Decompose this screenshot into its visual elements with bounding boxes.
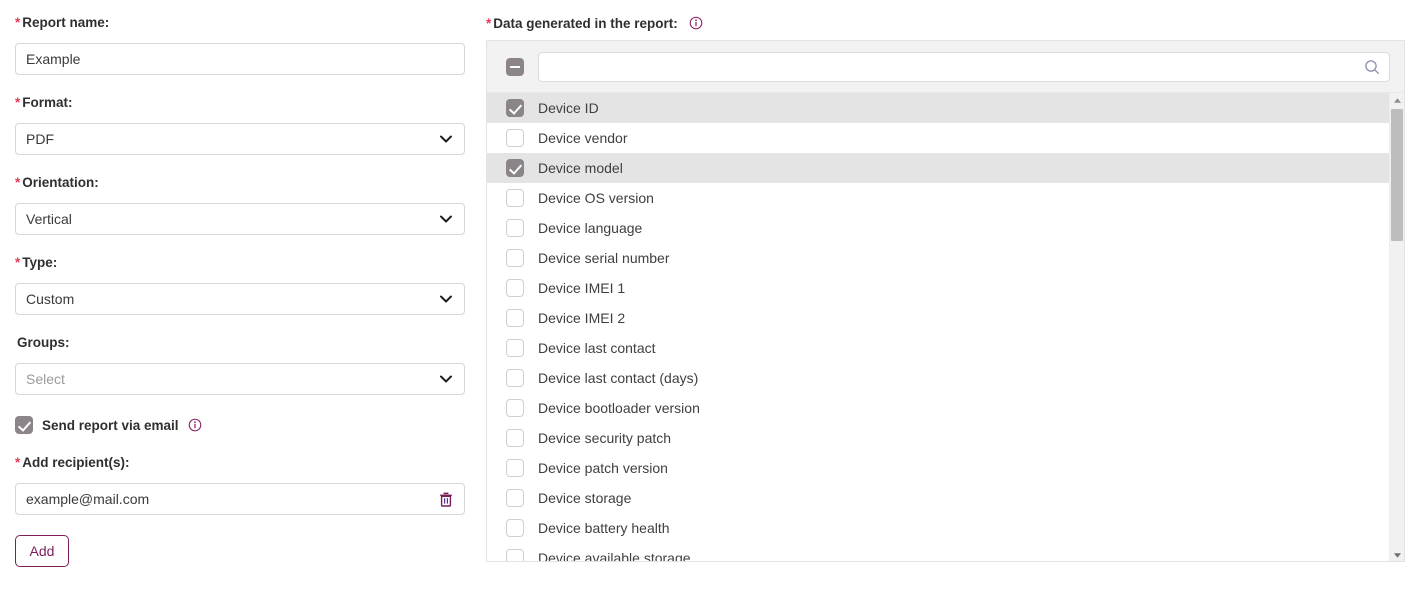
data-option-checkbox[interactable] xyxy=(506,339,524,357)
data-option-label: Device bootloader version xyxy=(538,400,700,416)
data-option-row[interactable]: Device available storage xyxy=(487,543,1404,562)
recipients-label: * Add recipient(s): xyxy=(15,455,130,470)
format-select-value: PDF xyxy=(15,122,465,155)
orientation-select-value: Vertical xyxy=(15,202,465,235)
data-options-list-panel: Device ID Device vendor Device model Device… xyxy=(486,40,1405,562)
type-label: * Type: xyxy=(15,255,58,270)
data-option-checkbox[interactable] xyxy=(506,369,524,387)
data-option-checkbox[interactable] xyxy=(506,249,524,267)
data-option-row[interactable]: Device model xyxy=(487,153,1404,183)
search-field-wrapper xyxy=(538,51,1390,82)
delete-recipient-button[interactable] xyxy=(437,490,455,508)
format-select[interactable]: PDF xyxy=(15,122,465,155)
data-option-checkbox[interactable] xyxy=(506,309,524,327)
report-name-input[interactable] xyxy=(15,42,465,75)
data-option-checkbox[interactable] xyxy=(506,399,524,417)
search-input[interactable] xyxy=(538,51,1390,82)
data-option-checkbox[interactable] xyxy=(506,219,524,237)
field-groups: Groups: Select xyxy=(15,336,465,395)
data-option-row[interactable]: Device language xyxy=(487,213,1404,243)
orientation-label: * Orientation: xyxy=(15,175,99,190)
data-option-checkbox[interactable] xyxy=(506,549,524,561)
scroll-down-arrow-icon[interactable] xyxy=(1390,548,1404,561)
required-marker: * xyxy=(15,255,21,270)
data-option-label: Device last contact (days) xyxy=(538,370,699,386)
data-option-row[interactable]: Device OS version xyxy=(487,183,1404,213)
groups-label: Groups: xyxy=(17,335,70,350)
data-option-row[interactable]: Device vendor xyxy=(487,123,1404,153)
info-icon[interactable] xyxy=(188,418,202,432)
data-option-row[interactable]: Device patch version xyxy=(487,453,1404,483)
data-option-checkbox[interactable] xyxy=(506,459,524,477)
data-option-label: Device model xyxy=(538,160,623,176)
data-option-label: Device OS version xyxy=(538,190,654,206)
data-options-list: Device ID Device vendor Device model Device… xyxy=(487,93,1404,562)
data-option-checkbox[interactable] xyxy=(506,129,524,147)
data-option-row[interactable]: Device last contact xyxy=(487,333,1404,363)
report-configuration-page: *Report name: *Format: PDF *Orientation:… xyxy=(0,0,1419,609)
groups-select[interactable]: Select xyxy=(15,362,465,395)
data-option-label: Device security patch xyxy=(538,430,672,446)
data-option-label: Device IMEI 2 xyxy=(538,310,626,326)
data-option-row[interactable]: Device serial number xyxy=(487,243,1404,273)
data-option-label: Device language xyxy=(538,220,643,236)
data-option-checkbox[interactable] xyxy=(506,489,524,507)
list-scrollbar[interactable] xyxy=(1389,93,1404,561)
data-option-checkbox[interactable] xyxy=(506,159,524,177)
type-select-value: Custom xyxy=(15,282,465,315)
recipient-email-input[interactable] xyxy=(15,482,465,515)
trash-icon xyxy=(437,490,455,508)
recipient-row xyxy=(15,482,465,515)
data-option-label: Device last contact xyxy=(538,340,656,356)
scroll-up-arrow-icon[interactable] xyxy=(1390,93,1404,107)
required-marker: * xyxy=(15,455,21,470)
orientation-select[interactable]: Vertical xyxy=(15,202,465,235)
data-option-row[interactable]: Device storage xyxy=(487,483,1404,513)
data-option-checkbox[interactable] xyxy=(506,189,524,207)
required-marker: * xyxy=(15,95,21,110)
data-option-row[interactable]: Device battery health xyxy=(487,513,1404,543)
data-option-checkbox[interactable] xyxy=(506,99,524,117)
field-orientation: * Orientation: Vertical xyxy=(15,176,465,235)
required-marker: * xyxy=(15,15,21,30)
data-option-row[interactable]: Device security patch xyxy=(487,423,1404,453)
data-option-checkbox[interactable] xyxy=(506,279,524,297)
data-option-label: Device vendor xyxy=(538,130,628,146)
data-option-label: Device ID xyxy=(538,100,599,116)
select-all-checkbox[interactable] xyxy=(506,57,524,76)
data-option-label: Device storage xyxy=(538,490,632,506)
field-format: * Format: PDF xyxy=(15,96,465,155)
data-option-checkbox[interactable] xyxy=(506,429,524,447)
data-option-label: Device available storage xyxy=(538,550,691,562)
report-name-label: * Report name: xyxy=(15,15,110,30)
send-report-via-email-checkbox[interactable] xyxy=(15,416,33,434)
type-select[interactable]: Custom xyxy=(15,282,465,315)
groups-select-value: Select xyxy=(15,362,465,395)
field-report-name: * Report name: xyxy=(15,16,465,75)
data-option-checkbox[interactable] xyxy=(506,519,524,537)
data-option-label: Device IMEI 1 xyxy=(538,280,626,296)
required-marker: * xyxy=(15,175,21,190)
info-icon[interactable] xyxy=(689,16,703,30)
send-report-via-email-label: Send report via email xyxy=(42,417,179,433)
data-options-list-header xyxy=(487,41,1404,93)
data-option-row[interactable]: Device IMEI 2 xyxy=(487,303,1404,333)
field-recipients: * Add recipient(s): xyxy=(15,456,465,515)
format-label: * Format: xyxy=(15,95,73,110)
data-option-row[interactable]: Device IMEI 1 xyxy=(487,273,1404,303)
data-options-rows: Device ID Device vendor Device model Device… xyxy=(487,93,1404,562)
data-option-label: Device serial number xyxy=(538,250,670,266)
add-recipient-button[interactable]: Add xyxy=(15,535,69,567)
scrollbar-thumb[interactable] xyxy=(1391,109,1403,241)
data-option-label: Device patch version xyxy=(538,460,668,476)
required-marker: * xyxy=(486,16,492,31)
field-type: * Type: Custom xyxy=(15,256,465,315)
send-report-via-email-row[interactable]: Send report via email xyxy=(15,416,202,434)
data-option-row[interactable]: Device last contact (days) xyxy=(487,363,1404,393)
data-option-row[interactable]: Device ID xyxy=(487,93,1404,123)
data-generated-label: * Data generated in the report: xyxy=(486,16,703,31)
data-option-row[interactable]: Device bootloader version xyxy=(487,393,1404,423)
data-option-label: Device battery health xyxy=(538,520,670,536)
